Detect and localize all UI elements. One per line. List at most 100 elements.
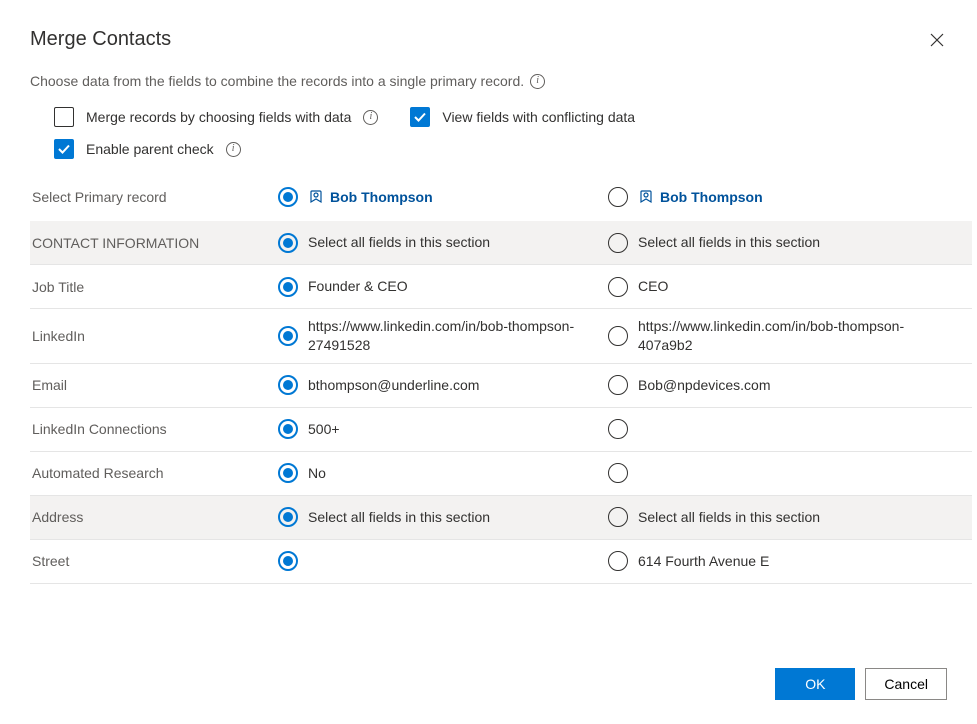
merge-contacts-dialog: Merge Contacts Choose data from the fiel… [0,0,977,724]
field-value-text: No [308,464,326,483]
section-select-all-b: Select all fields in this section [608,507,938,527]
radio-field-b[interactable] [608,277,628,297]
field-value-text: https://www.linkedin.com/in/bob-thompson… [638,317,926,355]
dialog-title: Merge Contacts [30,28,171,51]
field-value-text: bthompson@underline.com [308,376,479,395]
checkbox-merge-by-data[interactable] [54,107,74,127]
field-row-linkedin: LinkedIn https://www.linkedin.com/in/bob… [30,309,972,364]
radio-primary-b[interactable] [608,187,628,207]
info-icon[interactable]: i [363,110,378,125]
contact-icon [638,189,654,205]
section-header-label: Address [30,509,278,525]
option-enable-parent-check[interactable]: Enable parent check i [54,139,241,159]
radio-field-a[interactable] [278,326,298,346]
field-value-b [608,463,938,483]
ok-button[interactable]: OK [775,668,855,700]
radio-field-b[interactable] [608,375,628,395]
close-button[interactable] [927,30,947,50]
section-select-all-b: Select all fields in this section [608,233,938,253]
field-label: Street [30,553,278,569]
record-name: Bob Thompson [330,188,433,207]
field-value-text: Founder & CEO [308,277,408,296]
option-merge-by-data[interactable]: Merge records by choosing fields with da… [54,107,378,127]
radio-primary-a[interactable] [278,187,298,207]
field-label: LinkedIn [30,328,278,344]
radio-field-a[interactable] [278,463,298,483]
radio-field-a[interactable] [278,375,298,395]
radio-field-b[interactable] [608,326,628,346]
record-name: Bob Thompson [660,188,763,207]
checkbox-enable-parent-check[interactable] [54,139,74,159]
dialog-footer: OK Cancel [0,650,977,724]
field-row-linkedin-connections: LinkedIn Connections 500+ [30,408,972,452]
field-value-text: https://www.linkedin.com/in/bob-thompson… [308,317,596,355]
info-icon[interactable]: i [226,142,241,157]
field-value-b: Bob@npdevices.com [608,375,938,395]
option-label: Enable parent check [86,141,214,157]
radio-field-b[interactable] [608,419,628,439]
option-label: View fields with conflicting data [442,109,635,125]
radio-field-a[interactable] [278,551,298,571]
field-value-a: bthompson@underline.com [278,375,608,395]
primary-record-col-a: Bob Thompson [278,187,608,207]
primary-record-label: Select Primary record [30,189,278,205]
field-value-a: https://www.linkedin.com/in/bob-thompson… [278,317,608,355]
dialog-header: Merge Contacts [0,0,977,57]
field-value-text: 500+ [308,420,340,439]
field-value-b: 614 Fourth Avenue E [608,551,938,571]
field-label: LinkedIn Connections [30,421,278,437]
primary-record-col-b: Bob Thompson [608,187,938,207]
select-all-label: Select all fields in this section [638,508,820,527]
field-row-email: Email bthompson@underline.com Bob@npdevi… [30,364,972,408]
field-label: Email [30,377,278,393]
field-label: Job Title [30,279,278,295]
checkbox-view-conflicting[interactable] [410,107,430,127]
radio-field-a[interactable] [278,419,298,439]
select-all-label: Select all fields in this section [308,233,490,252]
overflow-spacer [30,584,972,650]
instruction-label: Choose data from the fields to combine t… [30,73,524,89]
field-value-text: Bob@npdevices.com [638,376,771,395]
contact-icon [308,189,324,205]
section-address: Address Select all fields in this sectio… [30,496,972,540]
option-label: Merge records by choosing fields with da… [86,109,351,125]
check-icon [413,110,427,124]
radio-field-a[interactable] [278,277,298,297]
option-view-conflicting[interactable]: View fields with conflicting data [410,107,635,127]
instruction-text: Choose data from the fields to combine t… [30,73,972,89]
options-row-2: Enable parent check i [54,139,972,159]
radio-field-b[interactable] [608,551,628,571]
primary-record-row: Select Primary record Bob Thompson Bob T… [30,177,972,221]
field-value-a: 500+ [278,419,608,439]
info-icon[interactable]: i [530,74,545,89]
radio-select-all-a[interactable] [278,233,298,253]
field-row-automated-research: Automated Research No [30,452,972,496]
merge-table: Select Primary record Bob Thompson Bob T… [30,177,972,650]
check-icon [57,142,71,156]
close-icon [930,33,944,47]
field-value-text: 614 Fourth Avenue E [638,552,769,571]
dialog-body: Choose data from the fields to combine t… [0,57,977,650]
field-value-text: CEO [638,277,668,296]
radio-select-all-a[interactable] [278,507,298,527]
field-label: Automated Research [30,465,278,481]
radio-field-b[interactable] [608,463,628,483]
select-all-label: Select all fields in this section [308,508,490,527]
scroll-region[interactable]: Choose data from the fields to combine t… [30,57,972,650]
radio-select-all-b[interactable] [608,233,628,253]
field-value-b: CEO [608,277,938,297]
radio-select-all-b[interactable] [608,507,628,527]
section-select-all-a: Select all fields in this section [278,233,608,253]
field-row-job-title: Job Title Founder & CEO CEO [30,265,972,309]
field-value-a: No [278,463,608,483]
cancel-button[interactable]: Cancel [865,668,947,700]
field-value-b: https://www.linkedin.com/in/bob-thompson… [608,317,938,355]
section-contact-information: CONTACT INFORMATION Select all fields in… [30,221,972,265]
field-row-street: Street 614 Fourth Avenue E [30,540,972,584]
select-all-label: Select all fields in this section [638,233,820,252]
field-value-a [278,551,608,571]
field-value-a: Founder & CEO [278,277,608,297]
section-select-all-a: Select all fields in this section [278,507,608,527]
field-value-b [608,419,938,439]
section-header-label: CONTACT INFORMATION [30,235,278,251]
